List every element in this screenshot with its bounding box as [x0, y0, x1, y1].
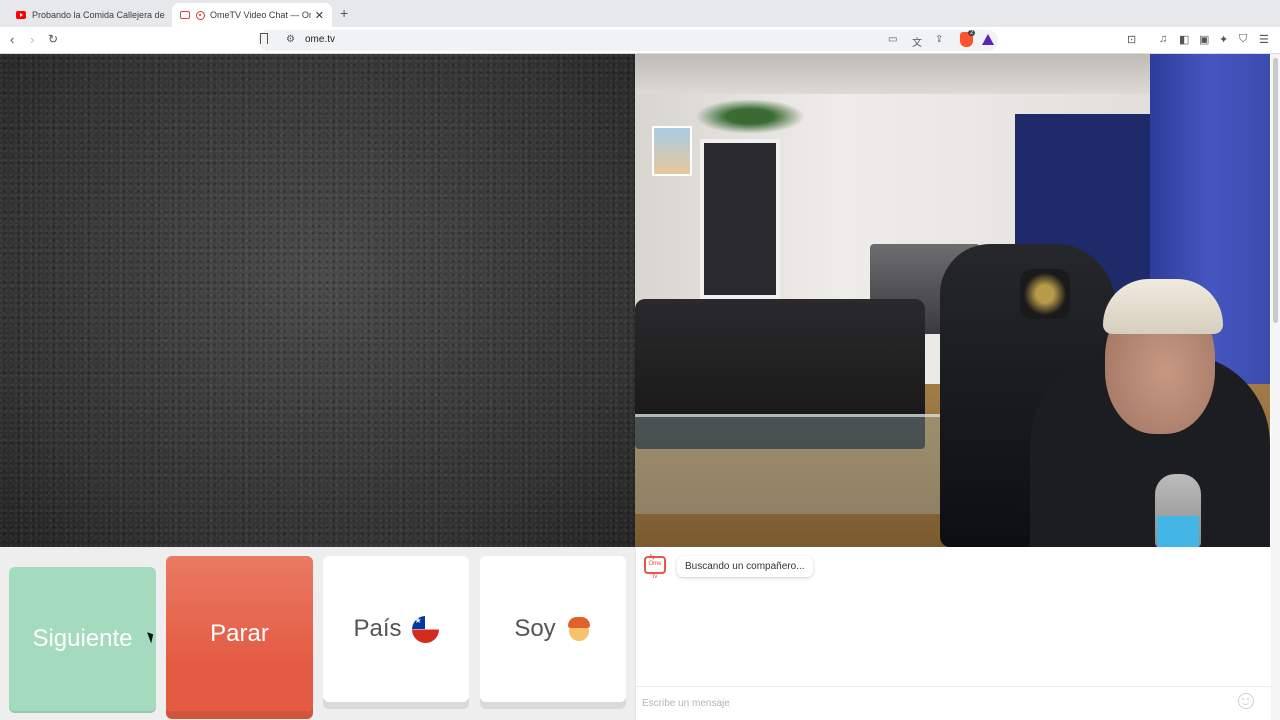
url-text[interactable]: ome.tv	[305, 34, 335, 45]
youtube-icon	[16, 11, 26, 19]
stop-button[interactable]: Parar	[166, 556, 313, 711]
close-tab-icon[interactable]: ✕	[315, 9, 324, 22]
leo-ai-icon[interactable]: ✦	[1219, 33, 1228, 46]
boy-face-icon	[566, 616, 592, 642]
stranger-video-feed	[0, 54, 635, 547]
reload-icon[interactable]: ↻	[48, 32, 58, 46]
shields-count-badge: 2	[968, 30, 976, 36]
country-label: País	[353, 615, 402, 642]
browser-toolbar: ‹ › ↻ ⚙ ome.tv ▭ 文 ⇪ 2 ⊡ ♫ ◧ ▣ ✦ ⛉ ☰	[0, 27, 1280, 54]
bookmark-icon[interactable]	[260, 33, 268, 44]
screenshot-icon[interactable]: ⊡	[1127, 33, 1136, 46]
self-camera-feed	[635, 54, 1270, 547]
brave-rewards-icon[interactable]	[982, 34, 994, 45]
tab-title: Probando la Comida Callejera de C	[32, 10, 166, 20]
gender-label: Soy	[514, 615, 556, 642]
stop-label: Parar	[210, 619, 269, 647]
chat-panel: Ome tv Buscando un compañero...	[635, 547, 1272, 720]
sidebar-icon[interactable]: ◧	[1179, 33, 1189, 46]
vpn-icon[interactable]: ⛉	[1239, 33, 1247, 46]
recording-icon	[196, 10, 205, 20]
menu-icon[interactable]: ☰	[1259, 33, 1269, 46]
gender-select-button[interactable]: Soy	[480, 556, 626, 702]
new-tab-button[interactable]: +	[340, 5, 348, 21]
music-icon[interactable]: ♫	[1159, 33, 1167, 45]
translate-icon[interactable]: 文	[912, 34, 922, 49]
next-label: Siguiente	[32, 625, 133, 652]
chat-input-row	[636, 686, 1272, 720]
ometv-favicon	[180, 11, 190, 19]
wallet-icon[interactable]: ▣	[1199, 33, 1209, 46]
site-settings-icon[interactable]: ⚙	[286, 34, 295, 45]
ometv-logo-icon: Ome tv	[644, 556, 666, 580]
control-panel: Siguiente Parar País Soy	[0, 547, 635, 720]
forward-icon[interactable]: ›	[30, 32, 34, 47]
page-scrollbar[interactable]	[1271, 54, 1280, 720]
status-message: Buscando un compañero...	[677, 556, 813, 577]
cast-icon[interactable]: ▭	[888, 34, 897, 45]
country-filter-button[interactable]: País	[323, 556, 469, 702]
message-input[interactable]	[642, 693, 1222, 713]
next-button[interactable]: Siguiente	[9, 567, 156, 711]
tab-ometv[interactable]: OmeTV Video Chat — Omeg ✕	[172, 3, 332, 27]
tab-title: OmeTV Video Chat — Omeg	[210, 10, 311, 20]
share-icon[interactable]: ⇪	[935, 34, 943, 45]
back-icon[interactable]: ‹	[10, 32, 14, 47]
address-bar[interactable]: ⚙ ome.tv ▭ 文 ⇪ 2	[258, 30, 998, 51]
emoji-icon[interactable]	[1238, 693, 1254, 709]
chile-flag-icon	[411, 615, 439, 643]
browser-tab-bar: Probando la Comida Callejera de C OmeTV …	[0, 0, 1280, 27]
tab-youtube[interactable]: Probando la Comida Callejera de C	[8, 3, 166, 27]
scrollbar-thumb[interactable]	[1273, 58, 1278, 323]
